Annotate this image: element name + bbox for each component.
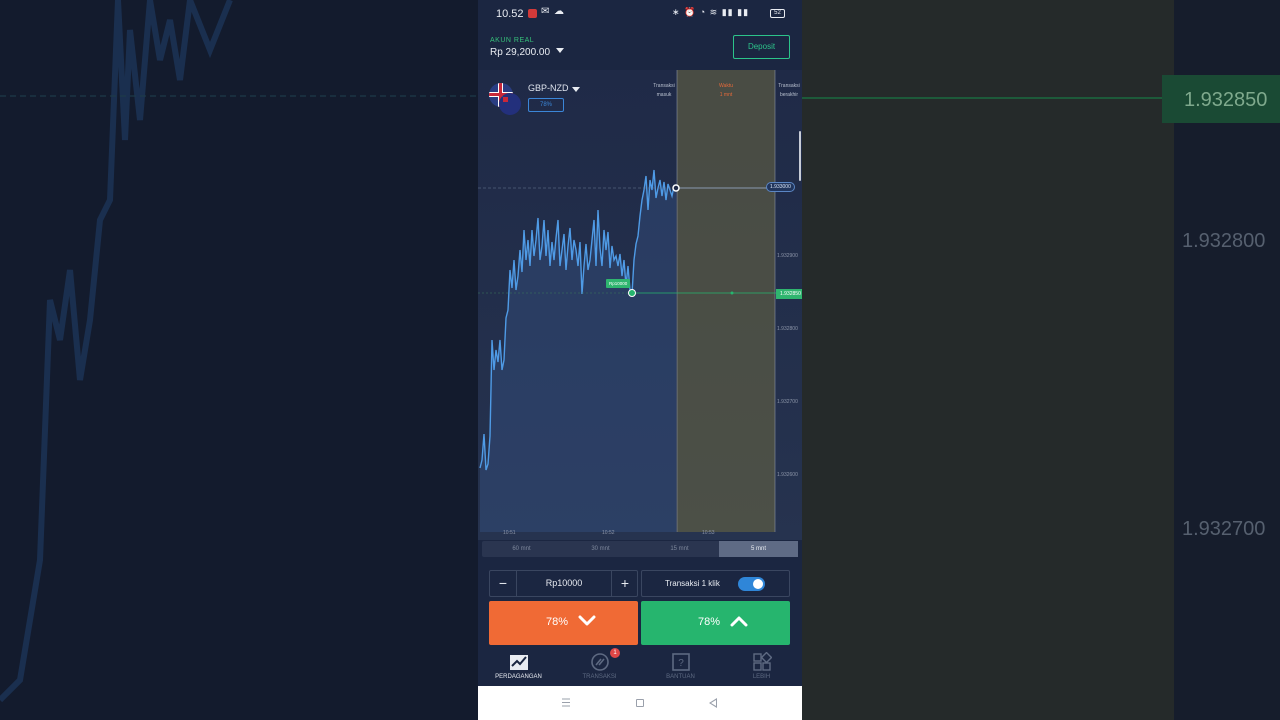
blurred-chart-left [0,0,478,703]
price-tick: 1.932600 [777,472,798,478]
blurred-background-left [0,0,478,720]
blurred-band [802,0,1174,720]
nav-item-help[interactable]: ? BANTUAN [640,648,721,686]
chevron-down-icon[interactable] [572,87,580,92]
blurred-tick: 1.932800 [1182,230,1266,252]
entry-price-tag: 1.932850 [776,289,802,299]
timeframe-60m[interactable]: 60 mnt [482,541,561,557]
down-payout-label: 78% [546,616,569,628]
timeframe-30m[interactable]: 30 mnt [561,541,640,557]
one-click-toggle[interactable] [738,577,765,591]
status-time: 10.52 [496,8,524,20]
deposit-button[interactable]: Deposit [733,35,790,59]
transactions-badge: 1 [610,648,620,658]
account-balance[interactable]: Rp 29,200.00 [490,47,550,58]
price-area [480,170,676,532]
time-tick: 10:52 [602,530,615,536]
current-price-tag: 1.933000 [766,182,795,192]
status-bar: 10.52 ✉ ☁ ∗ ⏰ ◔ ≋ ▮▮ ▮▮ 52 [478,0,802,28]
price-tick: 1.932800 [777,326,798,332]
close-column-label: Transaksi berakhir [778,83,800,98]
entry-line-marker [730,291,734,295]
blurred-background-right: 1.932850 1.932800 1.932700 [802,0,1280,720]
price-chart[interactable]: GBP-NZD 78% Transaksi masuk Waktu 1 mnt … [478,70,802,540]
blurred-price-tag: 1.932850 [1162,75,1280,123]
increase-amount-button[interactable]: + [611,571,638,596]
timeframe-selector: 60 mnt 30 mnt 15 mnt 5 mnt [482,541,798,557]
help-icon: ? [672,653,690,671]
grid-more-icon [753,652,772,671]
mail-icon: ✉ [541,6,550,17]
current-price-dot [672,184,680,192]
time-tick: 10:51 [503,530,516,536]
decrease-amount-button[interactable]: − [490,571,517,596]
trade-amount-input[interactable]: Rp10000 [517,571,611,596]
arrow-down-icon [578,615,596,626]
transactions-icon [591,653,609,671]
nav-item-more[interactable]: LEBIH [721,648,802,686]
one-click-label: Transaksi 1 klik [665,579,720,588]
asset-payout-badge: 78% [528,98,564,112]
account-type-label: AKUN REAL [490,37,535,44]
trade-down-button[interactable]: 78% [489,601,638,645]
nav-item-trading[interactable]: PERDAGANGAN [478,648,559,686]
battery-icon: 52 [770,9,785,18]
chart-trend-icon [510,655,528,670]
screen: 1.932850 1.932800 1.932700 10.52 ✉ ☁ ∗ ⏰… [0,0,1280,720]
timer-column-label: Waktu 1 mnt [719,83,733,98]
notification-icon [528,9,537,18]
entry-column-label: Transaksi masuk [653,83,675,98]
time-tick: 10:53 [702,530,715,536]
chart-scrollbar[interactable] [799,131,801,181]
entry-point [628,289,636,297]
nav-label: TRANSAKSI [582,674,617,680]
timeframe-15m[interactable]: 15 mnt [640,541,719,557]
recent-apps-icon[interactable] [562,698,570,707]
nav-label: LEBIH [752,674,771,680]
system-navigation-bar [478,686,802,720]
nav-label: PERDAGANGAN [495,674,542,680]
nav-item-transactions[interactable]: 1 TRANSAKSI [559,648,640,686]
system-icons: ∗ ⏰ ◔ ≋ ▮▮ ▮▮ [672,7,750,17]
trade-amount-stepper: − Rp10000 + [489,570,638,597]
bottom-navigation: PERDAGANGAN 1 TRANSAKSI ? BANTUAN LEBIH [478,648,802,686]
nzd-flag-icon [499,93,521,115]
nav-label: BANTUAN [666,674,695,680]
timeframe-5m[interactable]: 5 mnt [719,541,798,557]
blurred-tick: 1.932700 [1182,518,1266,540]
price-chart-canvas[interactable] [478,70,802,540]
home-icon[interactable] [636,699,644,707]
expiry-band [677,70,775,532]
chevron-down-icon[interactable] [556,48,564,53]
price-tick: 1.932900 [777,253,798,259]
trade-amount-marker[interactable]: Rp10000 [606,279,631,288]
up-payout-label: 78% [698,616,721,628]
arrow-up-icon [730,616,748,627]
one-click-trade-setting: Transaksi 1 klik [641,570,790,597]
back-icon-inner [711,700,716,706]
phone-screen: 10.52 ✉ ☁ ∗ ⏰ ◔ ≋ ▮▮ ▮▮ 52 AKUN REAL Rp … [478,0,802,720]
price-tick: 1.932700 [777,399,798,405]
account-header: AKUN REAL Rp 29,200.00 Deposit [478,28,802,70]
svg-text:?: ? [678,658,684,669]
cloud-icon: ☁ [554,6,564,17]
asset-pair-name[interactable]: GBP-NZD [528,83,569,93]
trade-up-button[interactable]: 78% [641,601,790,645]
